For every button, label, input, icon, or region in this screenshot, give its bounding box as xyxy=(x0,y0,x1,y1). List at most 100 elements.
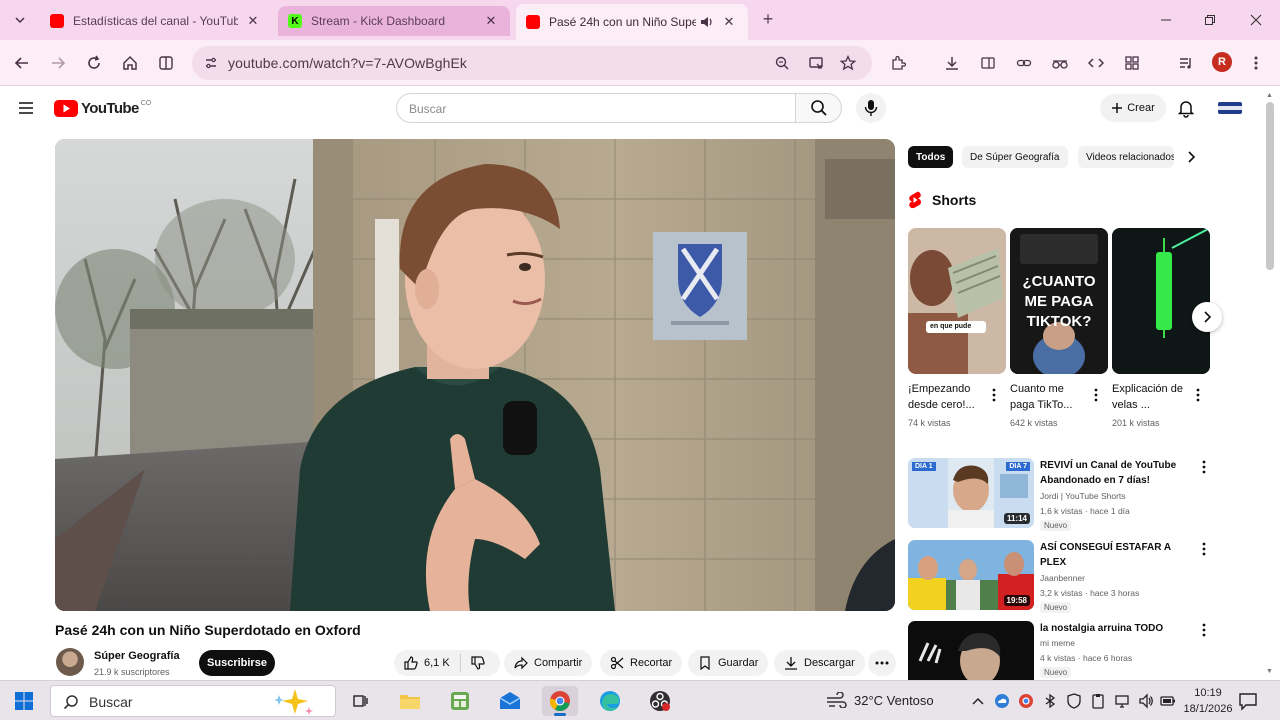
split-view-button[interactable] xyxy=(154,51,178,75)
chip-from-channel[interactable]: De Súper Geografía xyxy=(962,146,1068,168)
guide-menu-button[interactable] xyxy=(16,98,36,118)
forward-button[interactable] xyxy=(46,51,70,75)
file-explorer-button[interactable] xyxy=(392,686,428,716)
thumbs-up-icon[interactable] xyxy=(404,656,418,670)
short-thumbnail[interactable]: en que pude xyxy=(908,228,1006,374)
list-item[interactable]: 19:58 ASÍ CONSEGUÍ ESTAFAR A PLEX Jaanbe… xyxy=(908,540,1208,613)
voice-search-button[interactable] xyxy=(856,93,886,123)
task-view-button[interactable] xyxy=(342,686,378,716)
back-button[interactable] xyxy=(10,51,34,75)
more-vertical-icon[interactable] xyxy=(1200,623,1208,637)
start-button[interactable] xyxy=(14,691,34,711)
subscribe-button[interactable]: Suscribirse xyxy=(199,650,275,676)
browser-menu-button[interactable] xyxy=(1244,51,1268,75)
devtools-button[interactable] xyxy=(1084,51,1108,75)
video-thumbnail[interactable]: 19:58 xyxy=(908,540,1034,610)
cast-icon[interactable] xyxy=(808,55,824,71)
short-title[interactable]: Explicación de velas ... xyxy=(1112,381,1190,413)
volume-icon[interactable] xyxy=(1138,693,1154,709)
home-button[interactable] xyxy=(118,51,142,75)
bluetooth-icon[interactable] xyxy=(1042,693,1058,709)
close-tab-icon[interactable]: ✕ xyxy=(482,12,500,30)
video-title[interactable]: REVIVÍ un Canal de YouTube Abandonado en… xyxy=(1040,458,1190,488)
chips-next-button[interactable] xyxy=(1182,148,1200,166)
security-shield-icon[interactable] xyxy=(1066,693,1082,709)
address-bar[interactable]: youtube.com/watch?v=7-AVOwBghEk xyxy=(192,46,872,80)
new-tab-button[interactable]: + xyxy=(758,9,778,29)
page-scrollbar-thumb[interactable] xyxy=(1266,102,1274,270)
scroll-up-arrow[interactable]: ▲ xyxy=(1266,92,1273,99)
notifications-button[interactable] xyxy=(1176,98,1198,120)
apps-button[interactable] xyxy=(1120,51,1144,75)
close-tab-icon[interactable]: ✕ xyxy=(720,13,738,31)
network-icon[interactable] xyxy=(1114,693,1130,709)
taskbar-search-input[interactable]: Buscar xyxy=(50,685,336,717)
edge-app-button[interactable] xyxy=(592,686,628,716)
chrome-app-button[interactable] xyxy=(542,686,578,716)
speaker-icon[interactable] xyxy=(700,16,714,28)
save-button[interactable]: Guardar xyxy=(688,650,769,676)
minimize-button[interactable] xyxy=(1154,8,1178,32)
more-vertical-icon[interactable] xyxy=(1200,460,1208,474)
calculator-app-button[interactable] xyxy=(442,686,478,716)
zoom-icon[interactable] xyxy=(774,55,790,71)
clip-button[interactable]: Recortar xyxy=(600,650,683,676)
close-tab-icon[interactable]: ✕ xyxy=(244,12,262,30)
more-actions-button[interactable] xyxy=(868,650,896,676)
close-window-button[interactable] xyxy=(1244,8,1268,32)
reload-button[interactable] xyxy=(82,51,106,75)
system-clock[interactable]: 10:19 18/1/2026 xyxy=(1176,685,1240,717)
more-vertical-icon[interactable] xyxy=(1200,542,1208,556)
short-thumbnail[interactable]: ¿CUANTO ME PAGA TIKTOK? xyxy=(1010,228,1108,374)
short-title[interactable]: Cuanto me paga TikTo... xyxy=(1010,381,1088,413)
more-vertical-icon[interactable] xyxy=(990,388,998,402)
create-button[interactable]: Crear xyxy=(1100,94,1166,122)
incognito-button[interactable] xyxy=(1048,51,1072,75)
download-button[interactable]: Descargar xyxy=(774,650,865,676)
tab-current-video[interactable]: Pasé 24h con un Niño Superdotado ✕ xyxy=(516,4,748,40)
scroll-down-arrow[interactable]: ▼ xyxy=(1266,668,1273,675)
url-text[interactable]: youtube.com/watch?v=7-AVOwBghEk xyxy=(228,55,467,71)
channel-name[interactable]: mi meme xyxy=(1040,638,1075,648)
thumbs-down-icon[interactable] xyxy=(471,656,485,670)
channel-name[interactable]: Súper Geografía xyxy=(94,650,180,662)
weather-widget[interactable]: 32°C Ventoso xyxy=(826,692,934,708)
onedrive-icon[interactable] xyxy=(994,693,1010,709)
chip-all[interactable]: Todos xyxy=(908,146,954,168)
restore-button[interactable] xyxy=(1198,8,1222,32)
channel-name[interactable]: Jordi | YouTube Shorts xyxy=(1040,491,1126,501)
video-thumbnail[interactable]: DIA 1 DIA 7 11:14 xyxy=(908,458,1034,528)
more-vertical-icon[interactable] xyxy=(1092,388,1100,402)
downloads-button[interactable] xyxy=(940,51,964,75)
tab-search-button[interactable] xyxy=(8,8,32,32)
chrome-tray-icon[interactable] xyxy=(1018,693,1034,709)
site-info-icon[interactable] xyxy=(204,56,218,70)
star-icon[interactable] xyxy=(840,55,856,71)
obs-app-button[interactable] xyxy=(642,686,678,716)
search-button[interactable] xyxy=(796,93,842,123)
mail-app-button[interactable] xyxy=(492,686,528,716)
media-controls-button[interactable] xyxy=(1174,51,1198,75)
tab-kick-dashboard[interactable]: K Stream - Kick Dashboard ✕ xyxy=(278,6,510,36)
battery-icon[interactable] xyxy=(1160,693,1176,709)
extensions-button[interactable] xyxy=(886,51,910,75)
reading-view-button[interactable] xyxy=(976,51,1000,75)
short-title[interactable]: ¡Empezando desde cero!... xyxy=(908,381,986,413)
tab-channel-stats[interactable]: Estadísticas del canal - YouTube ✕ xyxy=(40,6,272,36)
short-thumbnail[interactable] xyxy=(1112,228,1210,374)
video-player[interactable] xyxy=(55,139,895,611)
share-button[interactable]: Compartir xyxy=(504,650,593,676)
shorts-next-button[interactable] xyxy=(1192,302,1222,332)
profile-avatar[interactable]: R xyxy=(1212,52,1232,72)
list-item[interactable]: DIA 1 DIA 7 11:14 REVIVÍ un Canal de You… xyxy=(908,458,1208,531)
channel-avatar[interactable] xyxy=(56,648,84,676)
notification-center-button[interactable] xyxy=(1238,691,1258,711)
video-title[interactable]: la nostalgia arruina TODO xyxy=(1040,621,1190,636)
clipboard-icon[interactable] xyxy=(1090,693,1106,709)
chip-related[interactable]: Videos relacionados xyxy=(1078,146,1174,168)
like-count[interactable]: 6,1 K xyxy=(424,657,450,669)
video-title[interactable]: ASÍ CONSEGUÍ ESTAFAR A PLEX xyxy=(1040,540,1190,570)
link-button[interactable] xyxy=(1012,51,1036,75)
youtube-logo[interactable]: YouTube CO xyxy=(54,98,151,118)
search-input[interactable]: Buscar xyxy=(396,93,796,123)
